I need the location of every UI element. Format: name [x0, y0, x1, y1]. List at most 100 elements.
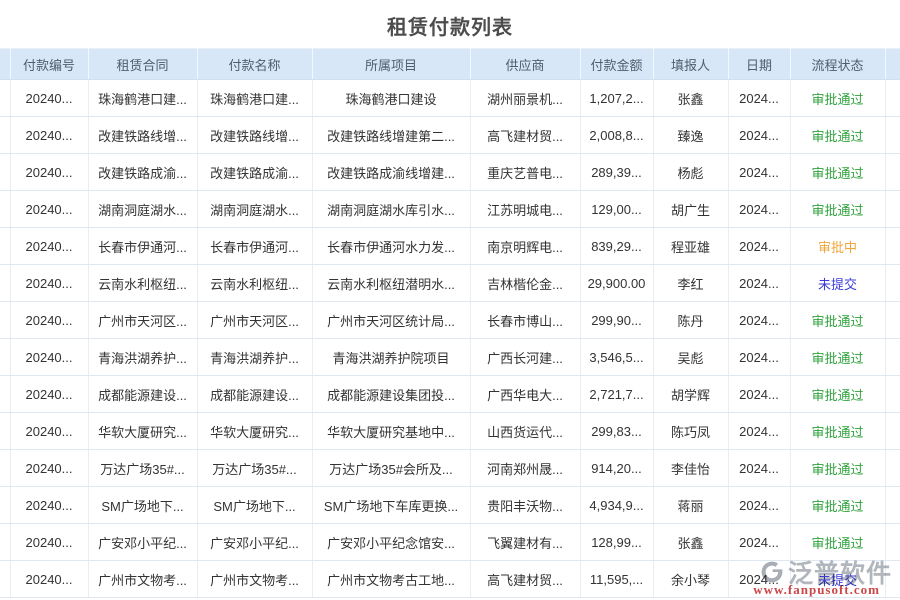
cell-project[interactable]: 珠海鹤港口建设	[312, 80, 470, 117]
cell-payment-name[interactable]: 华软大厦研究...	[197, 413, 312, 450]
table-row[interactable]: 20240... 广州市文物考... 广州市文物考... 广州市文物考古工地..…	[0, 561, 900, 598]
cell-supplier[interactable]: 河南郑州晟...	[470, 450, 580, 487]
cell-project[interactable]: 广州市文物考古工地...	[312, 561, 470, 598]
cell-payment-name[interactable]: 湖南洞庭湖水...	[197, 191, 312, 228]
table-row[interactable]: 20240... 万达广场35#... 万达广场35#... 万达广场35#会所…	[0, 450, 900, 487]
cell-supplier[interactable]: 飞翼建材有...	[470, 524, 580, 561]
cell-project[interactable]: 华软大厦研究基地中...	[312, 413, 470, 450]
table-row[interactable]: 20240... 华软大厦研究... 华软大厦研究... 华软大厦研究基地中..…	[0, 413, 900, 450]
row-spacer-left	[0, 191, 10, 228]
cell-payment-id[interactable]: 20240...	[10, 450, 88, 487]
cell-payment-id[interactable]: 20240...	[10, 413, 88, 450]
cell-contract[interactable]: 成都能源建设...	[88, 376, 197, 413]
row-spacer-left	[0, 302, 10, 339]
table-row[interactable]: 20240... 广州市天河区... 广州市天河区... 广州市天河区统计局..…	[0, 302, 900, 339]
cell-reporter[interactable]: 李佳怡	[653, 450, 728, 487]
table-row[interactable]: 20240... 青海洪湖养护... 青海洪湖养护... 青海洪湖养护院项目 广…	[0, 339, 900, 376]
cell-project[interactable]: SM广场地下车库更换...	[312, 487, 470, 524]
cell-project[interactable]: 云南水利枢纽潜明水...	[312, 265, 470, 302]
cell-reporter[interactable]: 张鑫	[653, 524, 728, 561]
table-row[interactable]: 20240... 改建铁路成渝... 改建铁路成渝... 改建铁路成渝线增建..…	[0, 154, 900, 191]
cell-payment-id[interactable]: 20240...	[10, 339, 88, 376]
cell-payment-id[interactable]: 20240...	[10, 80, 88, 117]
cell-project[interactable]: 万达广场35#会所及...	[312, 450, 470, 487]
cell-payment-id[interactable]: 20240...	[10, 302, 88, 339]
cell-reporter[interactable]: 杨彪	[653, 154, 728, 191]
cell-contract[interactable]: 改建铁路成渝...	[88, 154, 197, 191]
cell-reporter[interactable]: 胡学辉	[653, 376, 728, 413]
cell-contract[interactable]: 广州市文物考...	[88, 561, 197, 598]
cell-payment-name[interactable]: 万达广场35#...	[197, 450, 312, 487]
cell-contract[interactable]: SM广场地下...	[88, 487, 197, 524]
table-row[interactable]: 20240... 湖南洞庭湖水... 湖南洞庭湖水... 湖南洞庭湖水库引水..…	[0, 191, 900, 228]
cell-project[interactable]: 改建铁路成渝线增建...	[312, 154, 470, 191]
cell-payment-id[interactable]: 20240...	[10, 561, 88, 598]
cell-reporter[interactable]: 陈巧凤	[653, 413, 728, 450]
cell-payment-name[interactable]: 广安邓小平纪...	[197, 524, 312, 561]
cell-payment-name[interactable]: 珠海鹤港口建...	[197, 80, 312, 117]
table-row[interactable]: 20240... 云南水利枢纽... 云南水利枢纽... 云南水利枢纽潜明水..…	[0, 265, 900, 302]
cell-payment-name[interactable]: 长春市伊通河...	[197, 228, 312, 265]
cell-payment-name[interactable]: 成都能源建设...	[197, 376, 312, 413]
table-row[interactable]: 20240... 成都能源建设... 成都能源建设... 成都能源建设集团投..…	[0, 376, 900, 413]
table-row[interactable]: 20240... 改建铁路线增... 改建铁路线增... 改建铁路线增建第二..…	[0, 117, 900, 154]
cell-payment-name[interactable]: 广州市天河区...	[197, 302, 312, 339]
cell-supplier[interactable]: 南京明辉电...	[470, 228, 580, 265]
cell-payment-id[interactable]: 20240...	[10, 154, 88, 191]
cell-project[interactable]: 长春市伊通河水力发...	[312, 228, 470, 265]
cell-supplier[interactable]: 高飞建材贸...	[470, 561, 580, 598]
cell-supplier[interactable]: 贵阳丰沃物...	[470, 487, 580, 524]
cell-supplier[interactable]: 广西华电大...	[470, 376, 580, 413]
table-row[interactable]: 20240... 珠海鹤港口建... 珠海鹤港口建... 珠海鹤港口建设 湖州丽…	[0, 80, 900, 117]
cell-supplier[interactable]: 江苏明城电...	[470, 191, 580, 228]
cell-reporter[interactable]: 李红	[653, 265, 728, 302]
cell-payment-name[interactable]: SM广场地下...	[197, 487, 312, 524]
cell-payment-id[interactable]: 20240...	[10, 191, 88, 228]
cell-project[interactable]: 成都能源建设集团投...	[312, 376, 470, 413]
cell-contract[interactable]: 湖南洞庭湖水...	[88, 191, 197, 228]
cell-payment-id[interactable]: 20240...	[10, 524, 88, 561]
cell-payment-name[interactable]: 改建铁路线增...	[197, 117, 312, 154]
cell-reporter[interactable]: 臻逸	[653, 117, 728, 154]
table-row[interactable]: 20240... SM广场地下... SM广场地下... SM广场地下车库更换.…	[0, 487, 900, 524]
table-row[interactable]: 20240... 广安邓小平纪... 广安邓小平纪... 广安邓小平纪念馆安..…	[0, 524, 900, 561]
cell-supplier[interactable]: 吉林楷伦金...	[470, 265, 580, 302]
cell-contract[interactable]: 云南水利枢纽...	[88, 265, 197, 302]
cell-payment-name[interactable]: 改建铁路成渝...	[197, 154, 312, 191]
cell-payment-name[interactable]: 广州市文物考...	[197, 561, 312, 598]
cell-project[interactable]: 改建铁路线增建第二...	[312, 117, 470, 154]
cell-contract[interactable]: 青海洪湖养护...	[88, 339, 197, 376]
cell-contract[interactable]: 珠海鹤港口建...	[88, 80, 197, 117]
cell-reporter[interactable]: 陈丹	[653, 302, 728, 339]
cell-reporter[interactable]: 蒋丽	[653, 487, 728, 524]
cell-contract[interactable]: 改建铁路线增...	[88, 117, 197, 154]
cell-supplier[interactable]: 重庆艺普电...	[470, 154, 580, 191]
cell-supplier[interactable]: 湖州丽景机...	[470, 80, 580, 117]
cell-contract[interactable]: 华软大厦研究...	[88, 413, 197, 450]
cell-payment-id[interactable]: 20240...	[10, 376, 88, 413]
cell-contract[interactable]: 广州市天河区...	[88, 302, 197, 339]
table-row[interactable]: 20240... 长春市伊通河... 长春市伊通河... 长春市伊通河水力发..…	[0, 228, 900, 265]
cell-supplier[interactable]: 长春市博山...	[470, 302, 580, 339]
cell-project[interactable]: 湖南洞庭湖水库引水...	[312, 191, 470, 228]
cell-payment-name[interactable]: 云南水利枢纽...	[197, 265, 312, 302]
cell-payment-name[interactable]: 青海洪湖养护...	[197, 339, 312, 376]
cell-contract[interactable]: 长春市伊通河...	[88, 228, 197, 265]
cell-reporter[interactable]: 程亚雄	[653, 228, 728, 265]
cell-reporter[interactable]: 余小琴	[653, 561, 728, 598]
cell-payment-id[interactable]: 20240...	[10, 117, 88, 154]
cell-supplier[interactable]: 高飞建材贸...	[470, 117, 580, 154]
cell-payment-id[interactable]: 20240...	[10, 265, 88, 302]
cell-project[interactable]: 广州市天河区统计局...	[312, 302, 470, 339]
cell-reporter[interactable]: 胡广生	[653, 191, 728, 228]
cell-contract[interactable]: 万达广场35#...	[88, 450, 197, 487]
cell-contract[interactable]: 广安邓小平纪...	[88, 524, 197, 561]
cell-project[interactable]: 青海洪湖养护院项目	[312, 339, 470, 376]
cell-reporter[interactable]: 吴彪	[653, 339, 728, 376]
cell-payment-id[interactable]: 20240...	[10, 487, 88, 524]
cell-supplier[interactable]: 广西长河建...	[470, 339, 580, 376]
cell-payment-id[interactable]: 20240...	[10, 228, 88, 265]
cell-reporter[interactable]: 张鑫	[653, 80, 728, 117]
cell-supplier[interactable]: 山西货运代...	[470, 413, 580, 450]
cell-project[interactable]: 广安邓小平纪念馆安...	[312, 524, 470, 561]
